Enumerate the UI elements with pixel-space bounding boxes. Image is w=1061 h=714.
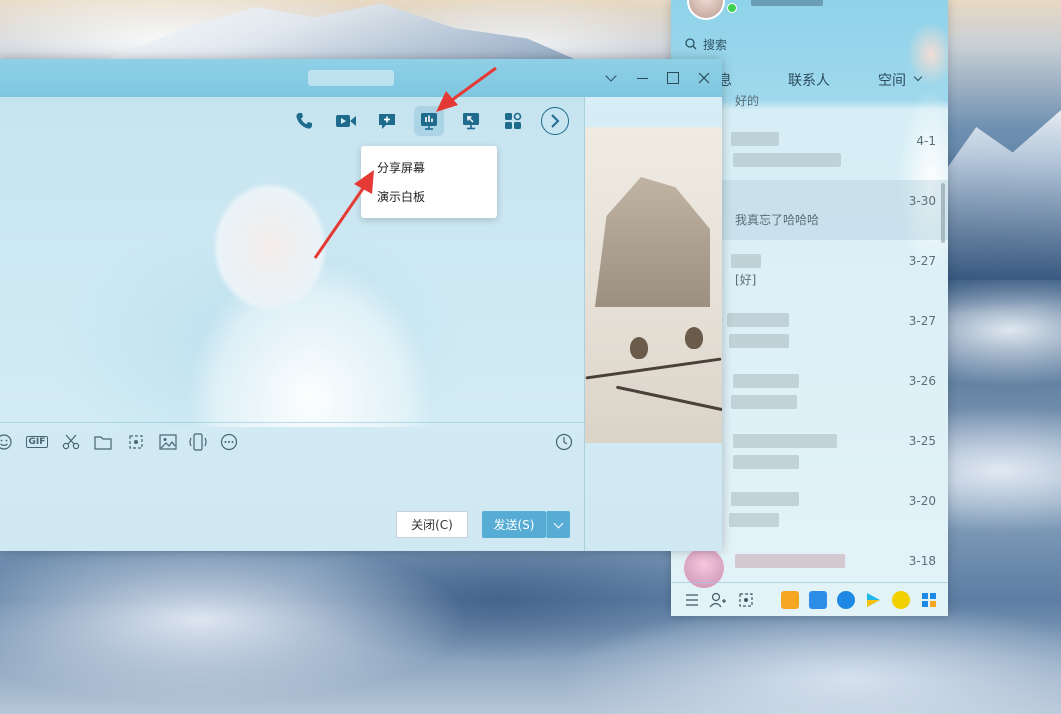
add-contact-icon[interactable] <box>709 591 727 609</box>
more-tools-button[interactable] <box>541 107 569 135</box>
send-image-button[interactable] <box>158 433 178 451</box>
maximize-button[interactable] <box>663 68 683 88</box>
chat-plus-icon <box>379 114 395 129</box>
contact-date: 3-27 <box>908 254 936 268</box>
contact-date: 3-18 <box>908 554 936 568</box>
video-icon <box>336 115 356 127</box>
shake-button[interactable] <box>188 433 208 451</box>
send-file-button[interactable] <box>93 433 113 451</box>
close-button[interactable]: 关闭(C) <box>396 511 468 538</box>
search-icon <box>685 38 697 50</box>
apps-icon <box>505 112 522 129</box>
mail-icon[interactable] <box>809 591 827 609</box>
input-divider <box>0 422 584 423</box>
screen-share-icon <box>421 113 437 130</box>
panel-bottom-bar <box>671 582 948 616</box>
list-scrollbar[interactable] <box>941 183 945 243</box>
contact-name-redacted <box>733 434 837 448</box>
contact-date: 3-26 <box>908 374 936 388</box>
menu-item-whiteboard[interactable]: 演示白板 <box>361 183 497 212</box>
search-placeholder: 搜索 <box>703 37 728 52</box>
chat-window: GIF 关闭(C) 发送(S) <box>0 59 722 551</box>
cloud-icon[interactable] <box>837 591 855 609</box>
online-status-icon <box>727 3 737 13</box>
more-input-button[interactable] <box>219 433 239 451</box>
contact-date: 3-27 <box>908 314 936 328</box>
chevron-down-icon[interactable] <box>913 72 923 82</box>
close-window-button[interactable] <box>694 68 714 88</box>
screenshot-cut-button[interactable] <box>61 433 81 451</box>
history-clock-icon <box>555 433 573 451</box>
menu-item-share-screen[interactable]: 分享屏幕 <box>361 154 497 183</box>
menu-icon[interactable] <box>683 591 701 609</box>
chat-titlebar <box>0 59 722 97</box>
send-options-button[interactable] <box>546 511 570 538</box>
chat-title-redacted <box>308 70 394 86</box>
folder-icon <box>94 436 112 450</box>
contact-message-redacted <box>731 395 797 409</box>
user-avatar[interactable] <box>687 0 725 20</box>
apps-button[interactable] <box>501 109 525 133</box>
game-icon[interactable] <box>781 591 799 609</box>
bird-illustration <box>630 337 648 359</box>
tab-space[interactable]: 空间 <box>878 70 906 90</box>
contact-name-redacted <box>733 374 799 388</box>
send-button[interactable]: 发送(S) <box>482 511 546 538</box>
contact-illustration <box>585 127 722 443</box>
emoji-button[interactable] <box>0 433 14 451</box>
scissors-icon <box>62 434 80 450</box>
contact-message-redacted <box>733 455 799 469</box>
user-nickname-redacted <box>751 0 823 6</box>
image-icon <box>159 434 177 450</box>
contact-name-redacted <box>731 492 799 506</box>
remote-desktop-icon <box>463 113 479 130</box>
branch-illustration <box>615 385 722 412</box>
contact-message-redacted <box>733 153 841 167</box>
message-history-button[interactable] <box>554 433 574 451</box>
contact-message: 我真忘了哈哈哈 <box>735 213 820 227</box>
contact-message: [好] <box>735 273 757 287</box>
contact-name-redacted <box>731 132 779 146</box>
video-call-button[interactable] <box>334 109 358 133</box>
remote-desktop-button[interactable] <box>459 109 483 133</box>
gif-button[interactable]: GIF <box>25 433 49 451</box>
more-icon <box>220 433 238 451</box>
contact-name-redacted <box>727 313 789 327</box>
contact-date: 4-1 <box>916 134 936 148</box>
video-play-icon[interactable] <box>864 591 882 609</box>
contact-message-redacted <box>729 513 779 527</box>
chat-plus-button[interactable] <box>375 109 399 133</box>
list-item-partial-message: 好的 <box>735 94 760 108</box>
branch-illustration <box>585 357 722 380</box>
emoji-icon <box>0 434 12 450</box>
phone-icon <box>296 113 312 129</box>
contact-date: 3-20 <box>908 494 936 508</box>
search-bar[interactable]: 搜索 <box>671 33 948 55</box>
mountain-background-right <box>940 110 1061 280</box>
chevron-down-icon[interactable] <box>602 68 622 88</box>
screenshot-icon <box>129 435 143 449</box>
chevron-right-icon <box>551 114 560 128</box>
minimize-button[interactable] <box>633 68 653 88</box>
close-icon <box>698 72 710 84</box>
contact-name-redacted <box>731 254 761 268</box>
screen-capture-button[interactable] <box>126 433 146 451</box>
contact-name-redacted <box>735 554 845 568</box>
screenshot-icon[interactable] <box>737 591 755 609</box>
screen-share-button[interactable] <box>414 106 444 136</box>
phone-call-button[interactable] <box>292 109 316 133</box>
share-menu: 分享屏幕 演示白板 <box>361 146 497 218</box>
gif-icon: GIF <box>25 436 49 448</box>
apps-grid-icon[interactable] <box>920 591 938 609</box>
contact-date: 3-25 <box>908 434 936 448</box>
contact-message-redacted <box>729 334 789 348</box>
tab-contacts[interactable]: 联系人 <box>788 70 830 90</box>
music-icon[interactable] <box>892 591 910 609</box>
contact-date: 3-30 <box>908 194 936 208</box>
shake-icon <box>189 433 207 451</box>
bird-illustration <box>685 327 703 349</box>
house-illustration <box>595 177 710 307</box>
